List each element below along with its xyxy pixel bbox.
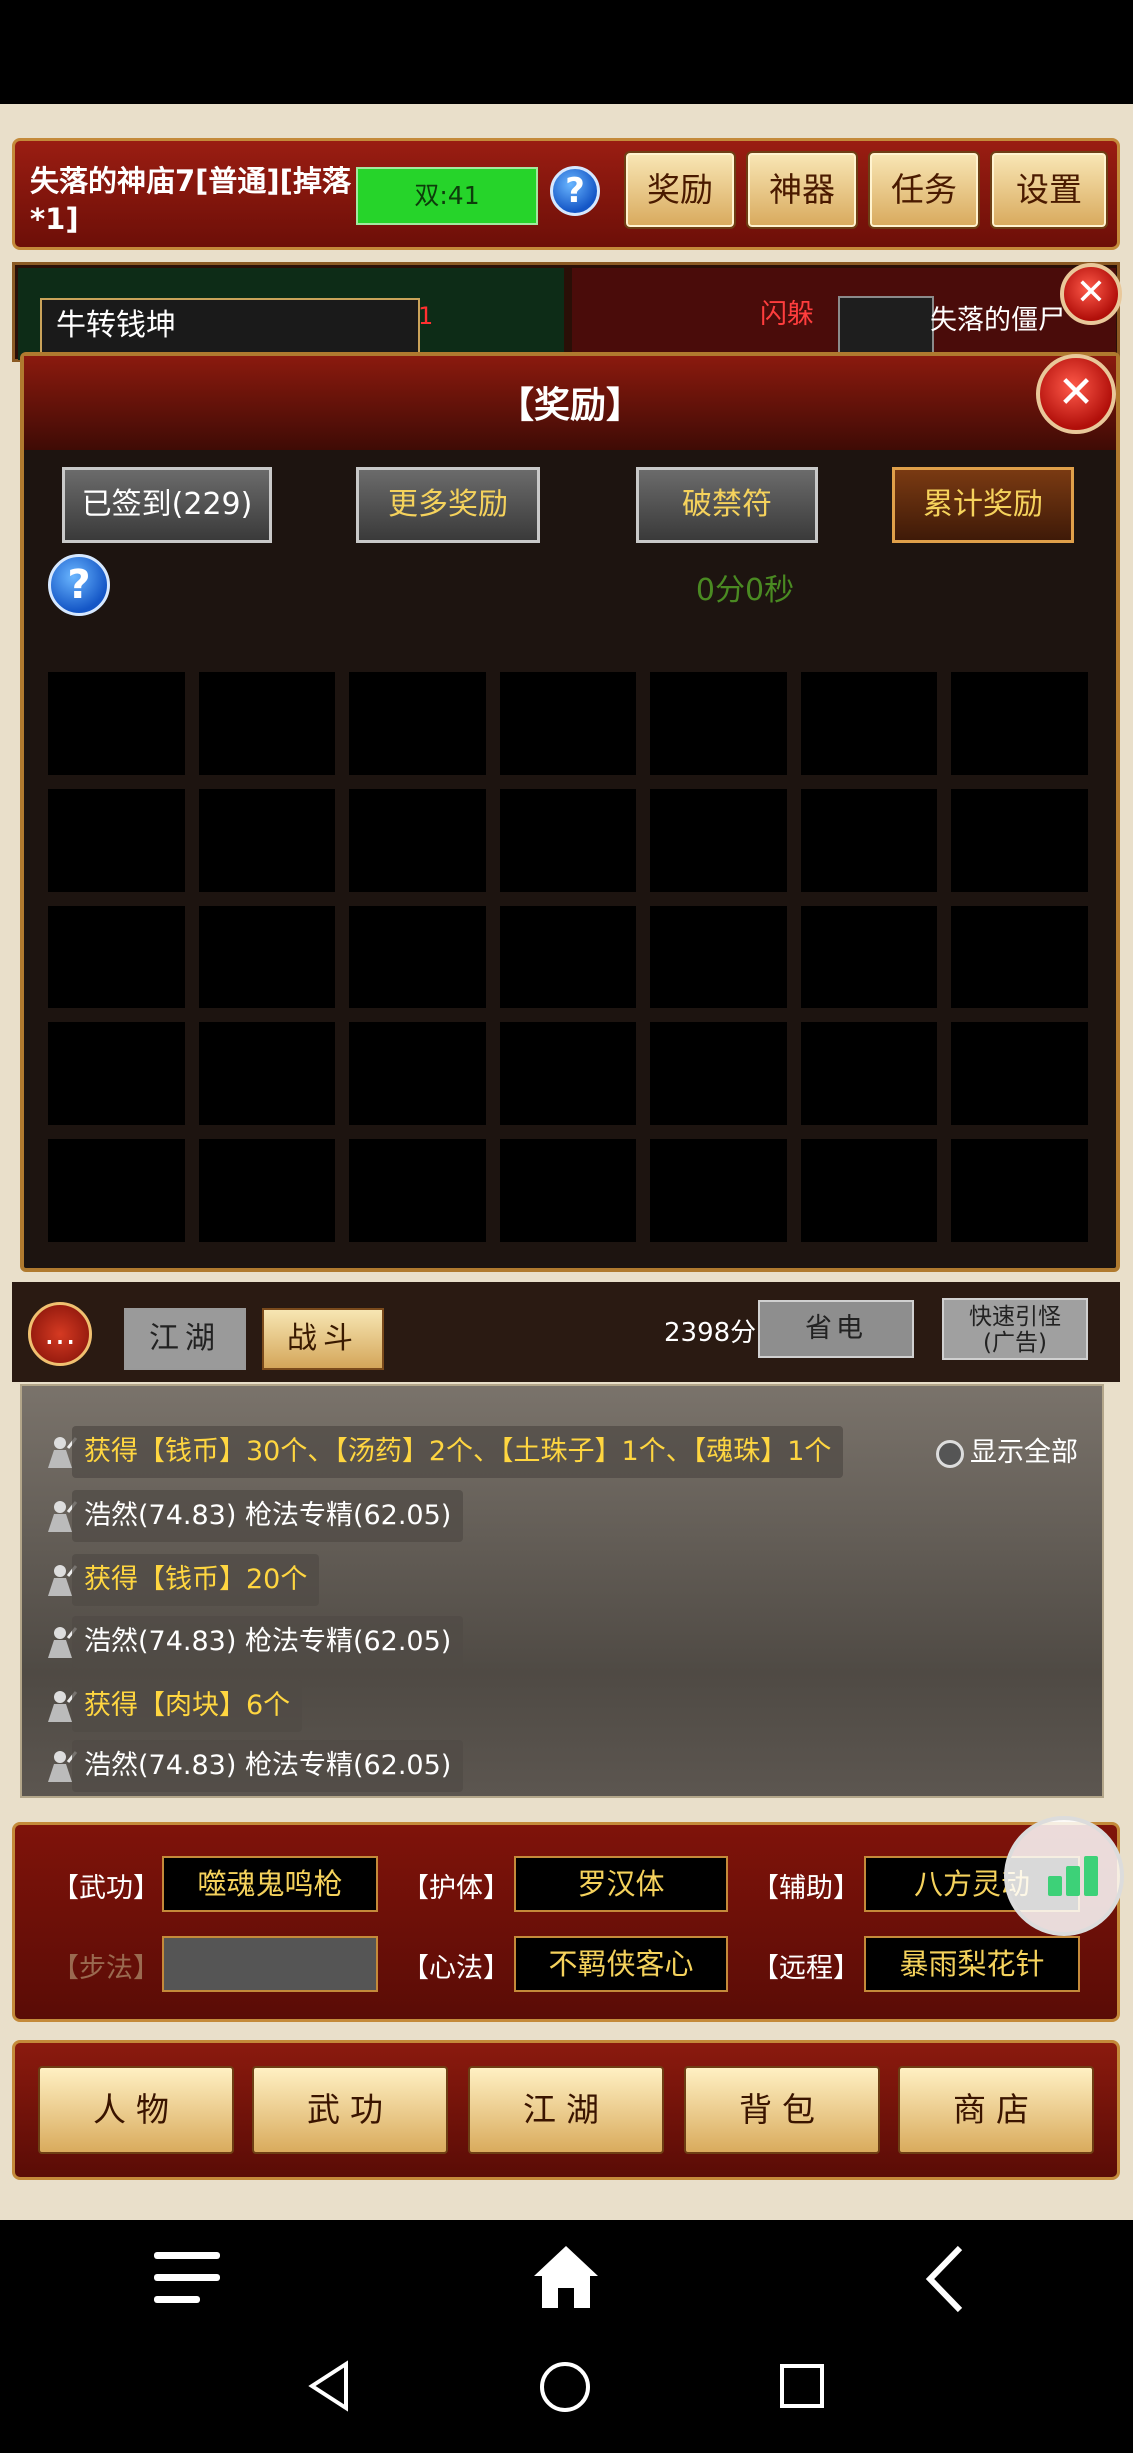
dodge-label: 闪躲 [760,299,814,330]
chat-log-row: 获得【钱币】20个 [72,1554,320,1606]
double-exp-box[interactable]: 双:41 [356,167,538,225]
reward-slot[interactable] [650,905,787,1009]
nav-jianghu[interactable]: 江湖 [468,2066,664,2154]
tab-more-rewards[interactable]: 更多奖励 [356,467,540,543]
reward-slot[interactable] [349,1022,486,1126]
nav-shop[interactable]: 商店 [898,2066,1094,2154]
reward-slot[interactable] [499,905,637,1009]
skill-label-martial: 【武功】 [52,1873,160,1904]
reward-slot[interactable] [48,1022,185,1126]
reward-slot[interactable] [951,1022,1088,1126]
tab-jianghu[interactable]: 江湖 [124,1308,246,1370]
reward-slot[interactable] [951,1139,1088,1242]
reward-slot[interactable] [499,1139,637,1242]
chat-bubble-icon[interactable]: … [28,1302,92,1366]
enemy-portrait [838,296,934,356]
close-icon[interactable]: ✕ [1036,354,1116,434]
reward-grid [48,672,1088,1242]
reward-slot[interactable] [951,672,1088,775]
show-all-label: 显示全部 [970,1437,1078,1468]
tab-battle[interactable]: 战斗 [262,1308,384,1370]
skill-slot-body[interactable]: 罗汉体 [514,1856,728,1912]
reward-slot[interactable] [499,1022,637,1126]
reward-slot[interactable] [650,788,787,892]
reward-slot[interactable] [650,1139,787,1242]
reward-slot[interactable] [48,672,185,775]
reward-slot[interactable] [951,788,1088,892]
back-triangle-icon[interactable] [306,2360,352,2412]
chat-log-row: 浩然(74.83) 枪法专精(62.05) [72,1490,464,1542]
reward-slot[interactable] [800,1139,938,1242]
reward-slot[interactable] [499,672,637,775]
chat-log-row: 获得【钱币】30个、【汤药】2个、【土珠子】1个、【魂珠】1个 [72,1426,844,1478]
show-all-toggle[interactable]: 显示全部 [936,1430,1078,1469]
skill-label-ranged: 【远程】 [752,1953,860,1984]
reward-slot[interactable] [800,672,938,775]
reward-slot[interactable] [349,672,486,775]
tab-seal-breaker[interactable]: 破禁符 [636,467,818,543]
chat-log-row: 浩然(74.83) 枪法专精(62.05) [72,1616,464,1668]
tab-cumulative-rewards[interactable]: 累计奖励 [892,467,1074,543]
home-circle-icon[interactable] [538,2360,592,2414]
modal-title: 【奖励】 [497,385,642,426]
nav-character[interactable]: 人物 [38,2066,234,2154]
timer-text: 0分0秒 [695,573,795,608]
system-nav-bar [0,2220,1133,2453]
help-icon[interactable]: ? [550,166,600,216]
reward-slot[interactable] [48,788,185,892]
reward-slot[interactable] [48,1139,185,1242]
tab-signed-in[interactable]: 已签到(229) [62,467,272,543]
chevron-left-icon[interactable] [922,2244,966,2314]
quest-button[interactable]: 任务 [868,151,980,229]
nav-backpack[interactable]: 背包 [684,2066,880,2154]
reward-slot[interactable] [198,1022,336,1126]
reward-slot[interactable] [800,1022,938,1126]
ally-marker: 1 [418,302,434,330]
help-icon[interactable]: ? [48,554,110,616]
map-title: 失落的神庙7[普通][掉落*1] [30,164,351,236]
quick-lure-ad-button[interactable]: 快速引怪 (广告) [942,1298,1088,1360]
skill-slot-mind[interactable]: 不羁侠客心 [514,1936,728,1992]
reward-slot[interactable] [198,788,336,892]
menu-icon[interactable] [154,2250,220,2306]
recents-icon[interactable] [778,2362,826,2410]
artifact-button[interactable]: 神器 [746,151,858,229]
skill-slot-footwork[interactable] [162,1936,378,1992]
signal-bars-icon[interactable] [1004,1816,1124,1936]
chat-log-row: 获得【肉块】6个 [72,1680,303,1732]
nav-martial-arts[interactable]: 武功 [252,2066,448,2154]
reward-slot[interactable] [349,788,486,892]
reward-slot[interactable] [349,1139,486,1242]
settings-button[interactable]: 设置 [990,151,1108,229]
radio-icon [936,1439,964,1468]
reward-button[interactable]: 奖励 [624,151,736,229]
reward-slot[interactable] [48,905,185,1009]
skill-slot-ranged[interactable]: 暴雨梨花针 [864,1936,1080,1992]
chat-log-row: 浩然(74.83) 枪法专精(62.05) [72,1740,464,1792]
reward-slot[interactable] [499,788,637,892]
ally-name: 牛转钱坤 [40,298,420,354]
reward-slot[interactable] [650,672,787,775]
reward-slot[interactable] [198,905,336,1009]
skill-label-mind: 【心法】 [402,1953,510,1984]
reward-slot[interactable] [349,905,486,1009]
score-text: 2398分 [664,1318,757,1348]
reward-slot[interactable] [650,1022,787,1126]
skill-label-assist: 【辅助】 [752,1873,860,1904]
reward-slot[interactable] [951,905,1088,1009]
status-bar [0,0,1133,104]
reward-slot[interactable] [198,1139,336,1242]
reward-slot[interactable] [800,905,938,1009]
enemy-name: 失落的僵尸 [930,305,1065,336]
home-icon[interactable] [530,2240,602,2312]
power-save-button[interactable]: 省电 [758,1300,914,1358]
reward-slot[interactable] [800,788,938,892]
skill-label-body: 【护体】 [402,1873,510,1904]
skill-label-footwork: 【步法】 [52,1953,160,1984]
reward-slot[interactable] [198,672,336,775]
skill-bar [12,1822,1120,2022]
close-icon[interactable]: ✕ [1060,263,1122,325]
skill-slot-martial[interactable]: 噬魂鬼鸣枪 [162,1856,378,1912]
